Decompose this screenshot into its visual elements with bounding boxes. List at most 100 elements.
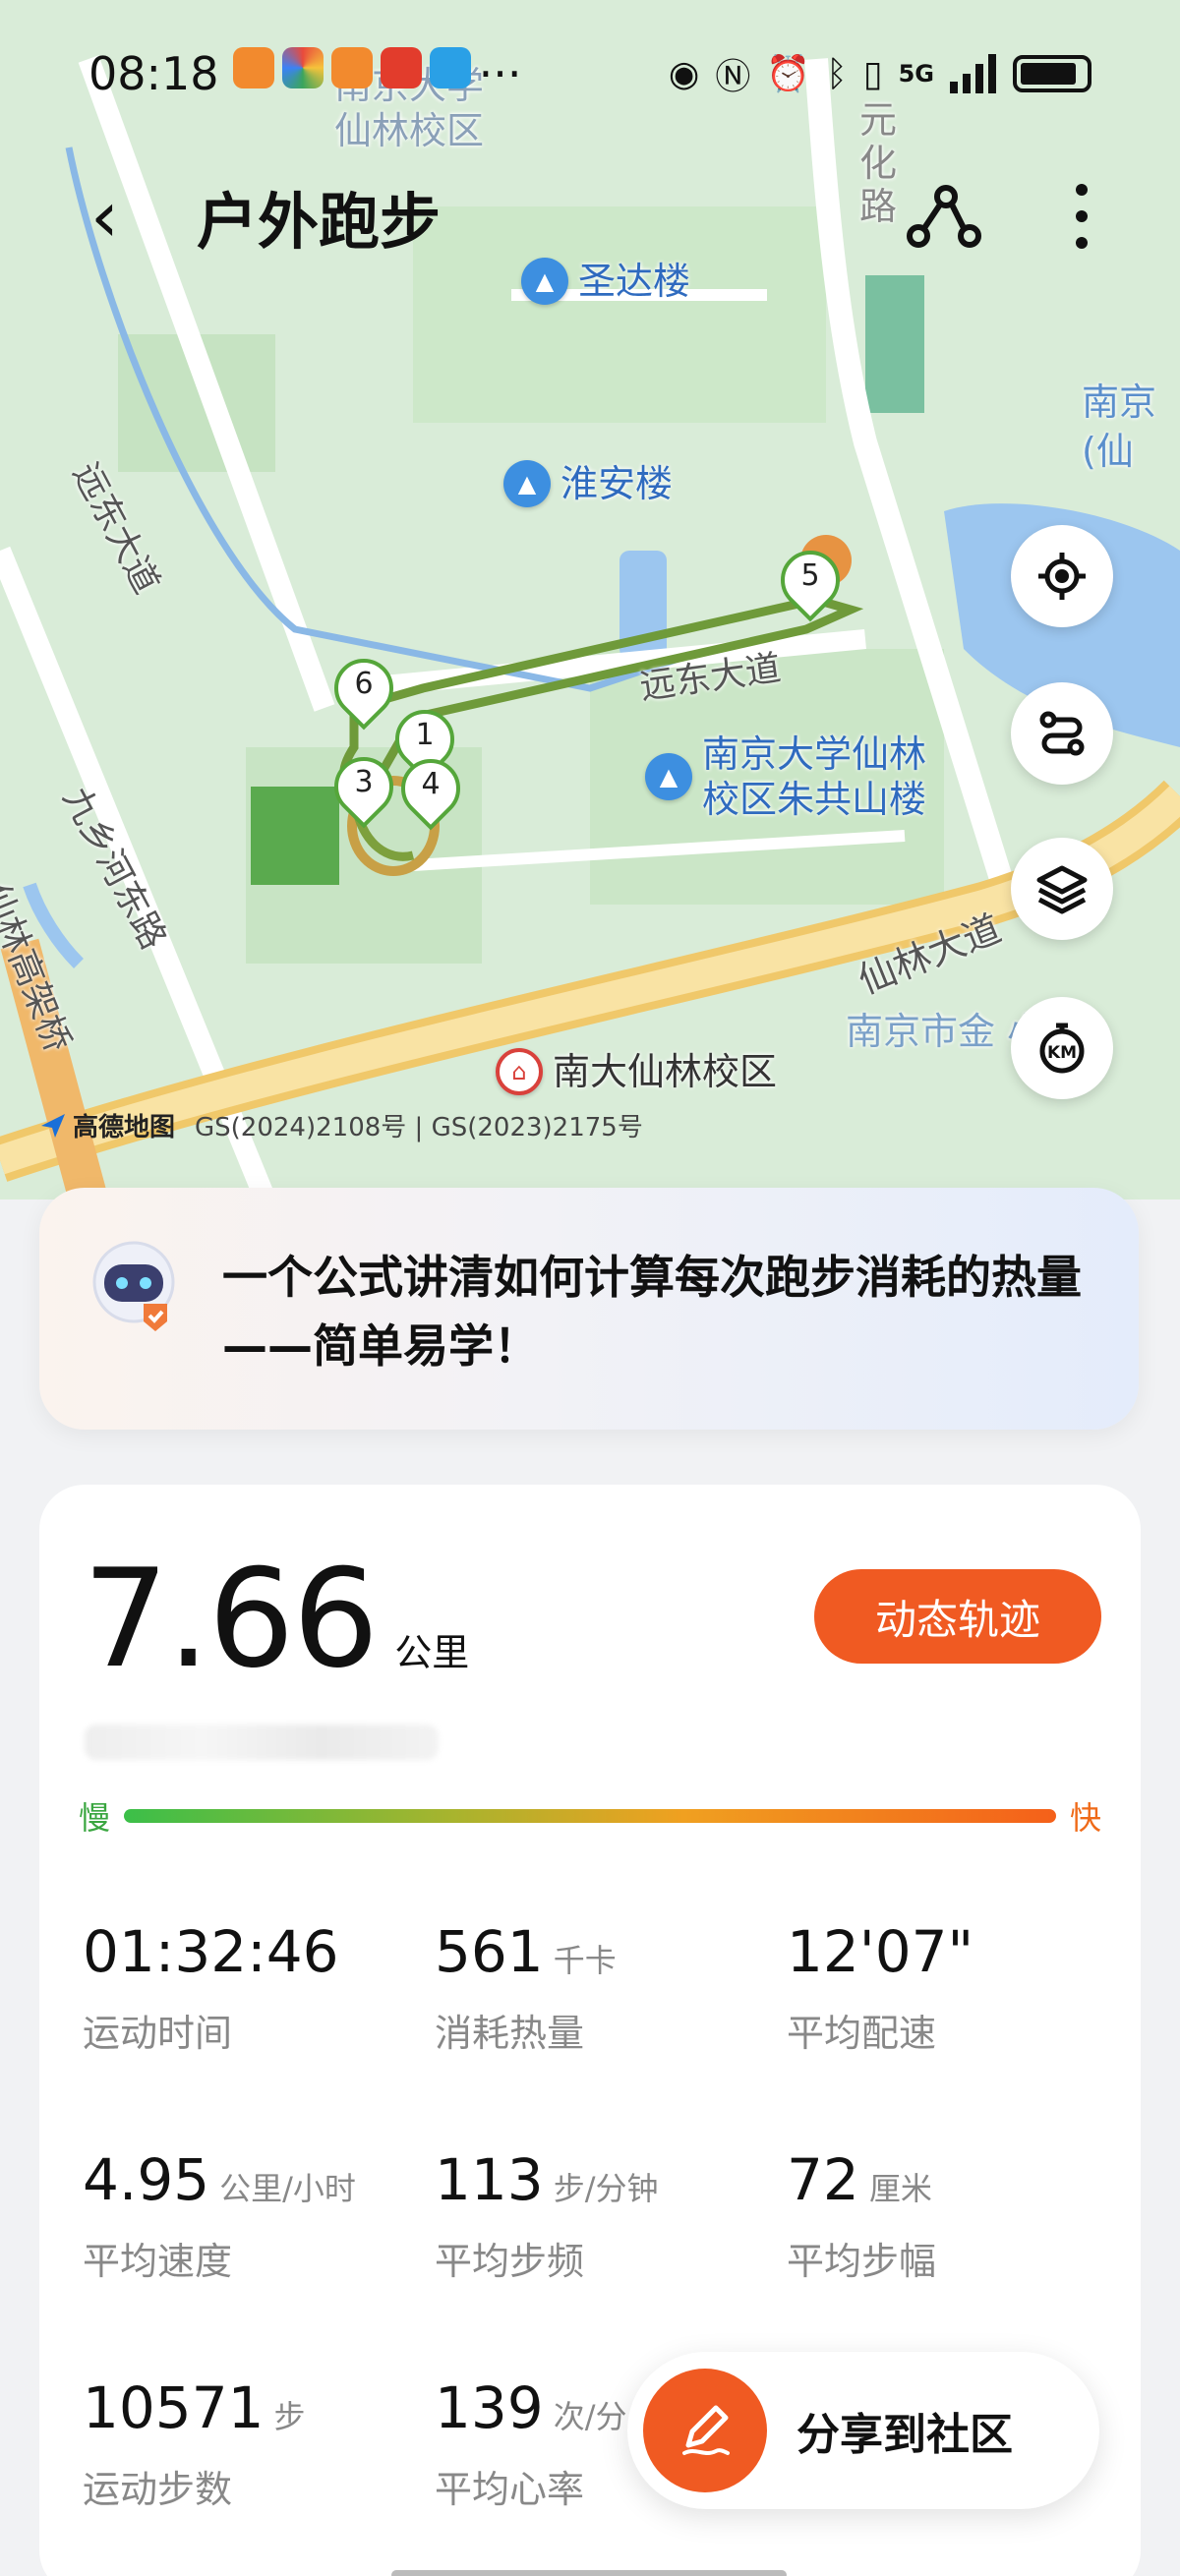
- app-notification-icon: [380, 47, 422, 88]
- route-marker-4-label: 4: [421, 767, 441, 801]
- chevron-left-icon[interactable]: ‹: [90, 181, 119, 252]
- route-style-icon: [1039, 711, 1085, 756]
- share-label: 分享到社区: [796, 2410, 1013, 2460]
- route-marker-3[interactable]: 3: [322, 744, 406, 829]
- notification-icons: ···: [232, 47, 522, 100]
- route-marker-3-label: 3: [354, 765, 374, 799]
- home-indicator[interactable]: [391, 2570, 787, 2576]
- route-marker-5[interactable]: 6: [322, 646, 406, 731]
- nanjing-right-label: 南京 (仙: [1082, 381, 1157, 473]
- status-time: 08:18: [88, 47, 219, 100]
- stat-avg-cadence: 113 步/分钟 平均步频: [435, 2145, 659, 2285]
- distance-display: 7.66 公里: [83, 1546, 469, 1693]
- building-icon: ▲: [503, 460, 551, 507]
- network-type: 5G: [898, 60, 934, 88]
- assistant-robot-icon: [92, 1241, 175, 1331]
- amap-logo: 高德地图: [39, 1107, 175, 1143]
- stat-calories: 561 千卡 消耗热量: [435, 1917, 617, 2057]
- system-icons: ◉ Ⓝ ⏰ ᛒ ▯ 5G: [669, 48, 1092, 99]
- redacted-date: [85, 1725, 439, 1760]
- banner-text: 一个公式讲清如何计算每次跑步消耗的热量——简单易学！: [222, 1251, 1082, 1373]
- poi-zhugongshan-label: 南京大学仙林 校区朱共山楼: [702, 732, 927, 821]
- route-marker-6[interactable]: 5: [768, 538, 853, 622]
- stat-unit: 步/分钟: [553, 2170, 659, 2207]
- building-icon: ▲: [645, 753, 692, 800]
- stat-value: 12'07": [787, 1918, 974, 1985]
- distance-value: 7.66: [83, 1540, 379, 1698]
- stat-avg-stride: 72 厘米 平均步幅: [787, 2145, 936, 2285]
- stat-value: 139: [435, 2374, 544, 2441]
- stat-value: 561: [435, 1918, 544, 1985]
- app-notification-icon: [232, 47, 274, 88]
- stat-value: 10571: [83, 2374, 265, 2441]
- stat-label: 平均步频: [435, 2240, 585, 2283]
- stat-unit: 步: [273, 2398, 306, 2435]
- stat-unit: 公里/小时: [219, 2170, 356, 2207]
- railway-station-icon: ⌂: [496, 1048, 543, 1095]
- battery-icon: [1013, 55, 1092, 92]
- poi-nanda-campus[interactable]: ⌂ 南大仙林校区: [496, 1048, 777, 1095]
- stat-label: 运动步数: [83, 2468, 233, 2511]
- poi-huaian[interactable]: ▲ 淮安楼: [503, 460, 673, 507]
- locate-icon: [1038, 553, 1086, 600]
- stat-value: 01:32:46: [83, 1918, 339, 1985]
- stat-unit: 厘米: [868, 2170, 932, 2207]
- page-title: 户外跑步: [197, 186, 442, 258]
- pen-icon: [643, 2369, 767, 2492]
- article-banner[interactable]: 一个公式讲清如何计算每次跑步消耗的热量——简单易学！: [39, 1188, 1139, 1430]
- app-notification-icon: [281, 47, 324, 88]
- dynamic-track-button[interactable]: 动态轨迹: [814, 1569, 1101, 1664]
- stat-value: 72: [787, 2146, 859, 2213]
- poi-nanda-campus-label: 南大仙林校区: [553, 1050, 778, 1093]
- route-marker-4[interactable]: 4: [388, 746, 473, 831]
- stat-unit: 次/分: [553, 2398, 627, 2435]
- layers-icon: [1036, 865, 1088, 914]
- stat-avg-speed: 4.95 公里/小时 平均速度: [83, 2145, 356, 2285]
- distance-unit: 公里: [394, 1631, 470, 1674]
- stat-heart-rate: 139 次/分 平均心率: [435, 2373, 627, 2513]
- pace-fast-label: 快: [1069, 1799, 1101, 1837]
- pace-slow-label: 慢: [79, 1799, 111, 1837]
- route-marker-5-label: 6: [354, 667, 374, 701]
- kilometer-icon: KM: [1039, 1023, 1085, 1074]
- bluetooth-icon: ᛒ: [826, 53, 848, 94]
- route-share-icon[interactable]: [907, 185, 981, 250]
- status-bar: 08:18 ··· ◉ Ⓝ ⏰ ᛒ ▯ 5G: [0, 0, 1180, 147]
- nfc-icon: Ⓝ: [715, 57, 751, 97]
- km-marker-button[interactable]: KM: [1011, 997, 1113, 1099]
- map-attribution: 高德地图 GS(2024)2108号 | GS(2023)2175号: [39, 1107, 643, 1143]
- svg-text:KM: KM: [1047, 1043, 1077, 1063]
- title-bar: ‹ 户外跑步: [0, 157, 1180, 275]
- poi-huaian-label: 淮安楼: [560, 462, 674, 505]
- vibrate-icon: ▯: [862, 53, 883, 94]
- route-marker-6-label: 5: [800, 558, 820, 593]
- route-marker-1-label: 1: [415, 718, 435, 752]
- stat-unit: 千卡: [553, 1942, 617, 1979]
- stat-label: 平均配速: [787, 2012, 937, 2055]
- route-style-button[interactable]: [1011, 682, 1113, 785]
- map-layers-button[interactable]: [1011, 838, 1113, 940]
- share-to-community-button[interactable]: 分享到社区: [627, 2352, 1099, 2509]
- stat-label: 平均速度: [83, 2240, 233, 2283]
- stat-label: 运动时间: [83, 2012, 233, 2055]
- app-notification-icon: [330, 47, 373, 88]
- eye-comfort-icon: ◉: [668, 53, 700, 94]
- amap-logo-label: 高德地图: [73, 1113, 176, 1142]
- stat-label: 平均心率: [435, 2468, 585, 2511]
- stat-steps: 10571 步 运动步数: [83, 2373, 306, 2513]
- pace-gradient-bar: [124, 1809, 1056, 1823]
- stat-duration: 01:32:46 运动时间: [83, 1917, 349, 2057]
- stat-label: 消耗热量: [435, 2012, 585, 2055]
- pace-gradient-legend: 慢 快: [79, 1791, 1101, 1841]
- signal-icon: [950, 54, 996, 93]
- stat-label: 平均步幅: [787, 2240, 937, 2283]
- poi-zhugongshan[interactable]: ▲ 南京大学仙林 校区朱共山楼: [645, 732, 926, 822]
- map-license: GS(2024)2108号 | GS(2023)2175号: [195, 1113, 643, 1142]
- alarm-icon: ⏰: [766, 54, 811, 94]
- stat-avg-pace: 12'07" 平均配速: [787, 1917, 983, 2057]
- locate-button[interactable]: [1011, 525, 1113, 627]
- app-notification-icon: [429, 47, 471, 88]
- amap-arrow-icon: [41, 1113, 65, 1138]
- more-notifications: ···: [478, 47, 522, 100]
- more-menu-icon[interactable]: [1062, 177, 1101, 256]
